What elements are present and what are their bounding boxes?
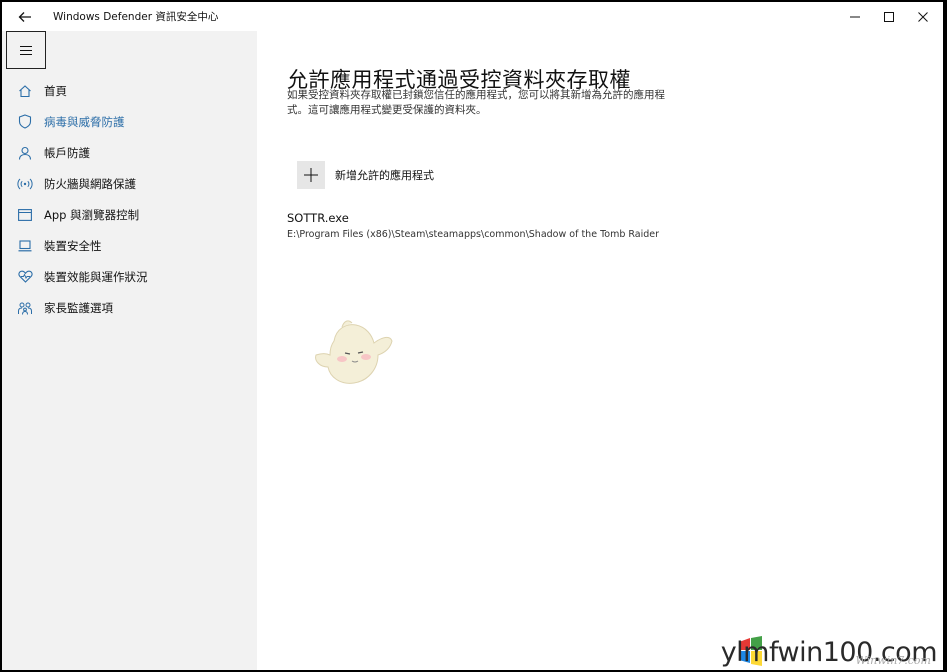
- title-bar: Windows Defender 資訊安全中心: [2, 2, 943, 31]
- app-window: Windows Defender 資訊安全中心 首頁 病毒與威脅防護 帳戶防護 …: [2, 2, 943, 670]
- hamburger-icon: [20, 45, 32, 55]
- add-box: [297, 161, 325, 189]
- shield-icon: [17, 114, 33, 130]
- minimize-button[interactable]: [836, 2, 874, 31]
- sidebar-item-label: 裝置效能與運作狀況: [44, 269, 148, 284]
- wireless-icon: [17, 176, 33, 192]
- add-allowed-app-button[interactable]: 新增允許的應用程式: [297, 160, 434, 190]
- hamburger-menu-button[interactable]: [6, 31, 46, 69]
- sidebar-item-device-health[interactable]: 裝置效能與運作狀況: [2, 261, 257, 292]
- sidebar: 首頁 病毒與威脅防護 帳戶防護 防火牆與網路保護 App 與瀏覽器控制 裝置安全…: [2, 31, 257, 670]
- watermark-subtext: Winwin7.com: [855, 654, 931, 667]
- minimize-icon: [850, 16, 860, 17]
- sidebar-item-label: 裝置安全性: [44, 238, 102, 253]
- page-description: 如果受控資料夾存取權已封鎖您信任的應用程式，您可以將其新增為允許的應用程式。這可…: [287, 89, 665, 116]
- home-icon: [17, 83, 33, 99]
- person-icon: [17, 145, 33, 161]
- plus-icon: [304, 168, 318, 182]
- app-path: E:\Program Files (x86)\Steam\steamapps\c…: [287, 229, 660, 240]
- sidebar-item-label: 病毒與威脅防護: [44, 114, 125, 129]
- sidebar-item-home[interactable]: 首頁: [2, 75, 257, 106]
- sidebar-item-firewall[interactable]: 防火牆與網路保護: [2, 168, 257, 199]
- maximize-button[interactable]: [870, 2, 908, 31]
- app-name: SOTTR.exe: [287, 211, 349, 225]
- sidebar-item-label: 家長監護選項: [44, 300, 113, 315]
- close-button[interactable]: [904, 2, 942, 31]
- main-content: 允許應用程式通過受控資料夾存取權 如果受控資料夾存取權已封鎖您信任的應用程式，您…: [257, 31, 943, 670]
- sidebar-item-app-browser-control[interactable]: App 與瀏覽器控制: [2, 199, 257, 230]
- family-icon: [17, 300, 33, 316]
- sidebar-item-label: 帳戶防護: [44, 145, 90, 160]
- mascot-image: [315, 320, 393, 384]
- laptop-icon: [17, 238, 33, 254]
- sidebar-item-label: 首頁: [44, 83, 67, 98]
- app-title: Windows Defender 資訊安全中心: [53, 11, 219, 23]
- sidebar-item-account-protection[interactable]: 帳戶防護: [2, 137, 257, 168]
- maximize-icon: [884, 11, 894, 22]
- allowed-app-item[interactable]: SOTTR.exe E:\Program Files (x86)\Steam\s…: [287, 211, 659, 240]
- sidebar-item-device-security[interactable]: 裝置安全性: [2, 230, 257, 261]
- nav-list: 首頁 病毒與威脅防護 帳戶防護 防火牆與網路保護 App 與瀏覽器控制 裝置安全…: [2, 75, 257, 323]
- back-button[interactable]: [10, 6, 40, 28]
- sidebar-item-label: App 與瀏覽器控制: [44, 207, 140, 222]
- add-allowed-app-label: 新增允許的應用程式: [335, 169, 434, 182]
- app-window-icon: [17, 207, 33, 223]
- sidebar-item-virus-protection[interactable]: 病毒與威脅防護: [2, 106, 257, 137]
- sidebar-item-label: 防火牆與網路保護: [44, 176, 136, 191]
- sidebar-item-family-options[interactable]: 家長監護選項: [2, 292, 257, 323]
- heart-icon: [17, 269, 33, 285]
- back-arrow-icon: [18, 12, 31, 22]
- close-icon: [918, 11, 928, 22]
